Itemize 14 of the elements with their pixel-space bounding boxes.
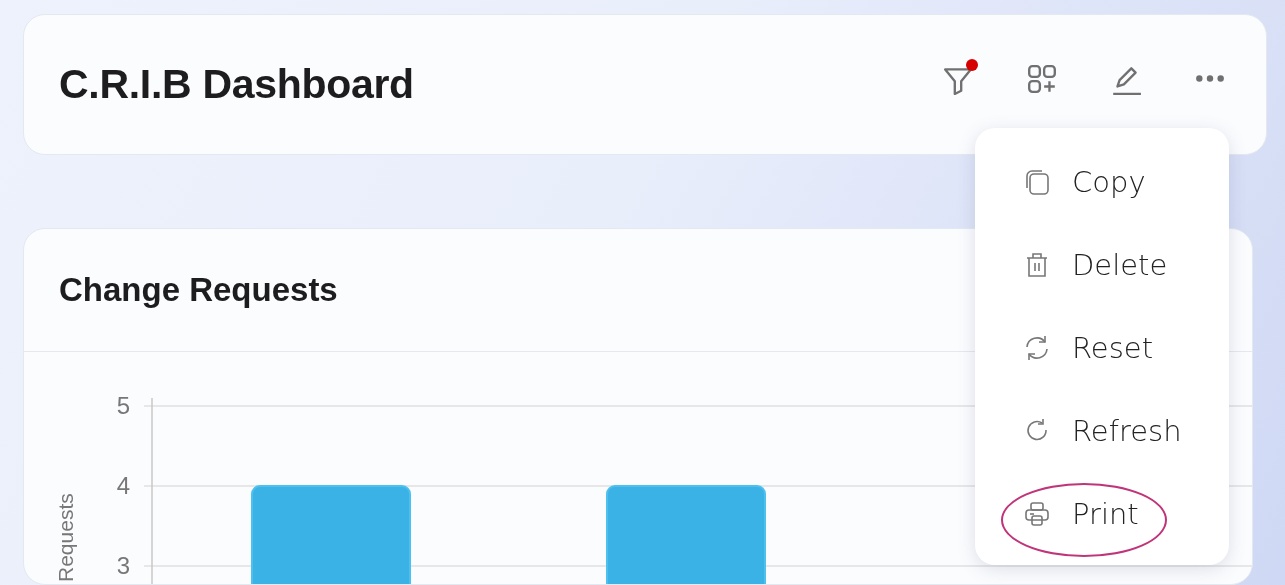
axis-tick-label: 5 [116,392,130,419]
menu-item[interactable]: Refresh [1000,389,1200,472]
menu-item[interactable]: Delete [1000,223,1200,306]
axis-title: Requests [54,493,78,582]
more-icon [1194,73,1226,84]
axis-tick-label: 3 [116,552,130,579]
add-widget-button[interactable] [1026,62,1058,95]
add-widget-icon [1026,62,1058,95]
card-title: Change Requests [59,271,338,309]
menu-item[interactable]: Print [1000,472,1200,555]
axis-tick-label: 4 [116,472,130,499]
menu-item[interactable]: Copy [1000,140,1200,223]
dashboard-title: C.R.I.B Dashboard [59,61,414,108]
menu-item[interactable]: Reset [1000,306,1200,389]
